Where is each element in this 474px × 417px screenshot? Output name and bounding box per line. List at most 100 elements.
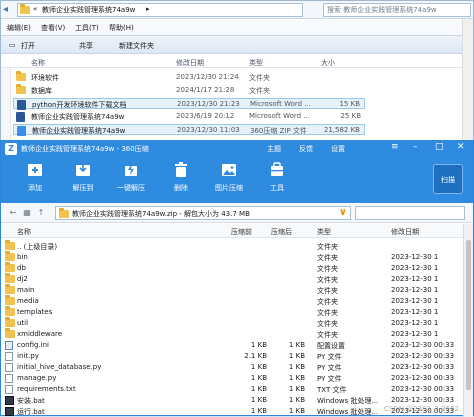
- list-item[interactable]: manage.py 1 KB 1 KB PY 文件 2023-12-30 00:…: [1, 373, 465, 384]
- list-item[interactable]: dj2 文件夹 2023-12-30 1: [1, 273, 465, 285]
- settings-button[interactable]: 设置: [331, 144, 345, 154]
- list-item[interactable]: xmiddleware 文件夹 2023-12-30 1: [1, 328, 465, 340]
- col-type[interactable]: 类型: [249, 58, 263, 68]
- folder-icon: [5, 295, 15, 305]
- window-title: 教师企业实践管理系统74a9w - 360压缩: [21, 145, 149, 153]
- item-size: 1 KB: [250, 385, 267, 393]
- add-button[interactable]: 添加: [12, 161, 58, 199]
- list-item[interactable]: bin 文件夹 2023-12-30 1: [1, 251, 465, 263]
- col-compressed-size[interactable]: 压缩后: [271, 227, 292, 237]
- list-item[interactable]: templates 文件夹 2023-12-30 1: [1, 306, 465, 318]
- maximize-icon[interactable]: □: [435, 142, 444, 152]
- zip-folder-icon: [59, 208, 69, 218]
- item-type: 文件夹: [317, 331, 338, 339]
- menu-edit[interactable]: 编辑(E): [7, 23, 31, 33]
- item-compressed-size: 1 KB: [288, 341, 305, 349]
- open-button[interactable]: 打开: [21, 41, 35, 51]
- tools-button[interactable]: 工具: [254, 161, 300, 199]
- col-original-size[interactable]: 压缩前: [231, 227, 252, 237]
- minimize-icon[interactable]: –: [413, 142, 418, 152]
- item-type: 文件夹: [317, 287, 338, 295]
- extract-to-button[interactable]: 解压到: [60, 161, 106, 199]
- file-type: 360压缩 ZIP 文件: [250, 127, 307, 135]
- folder-icon: [5, 328, 15, 338]
- list-item[interactable]: media 文件夹 2023-12-30 1: [1, 295, 465, 307]
- zip-scrollbar[interactable]: [463, 224, 473, 417]
- zip-window: Z 教师企业实践管理系统74a9w - 360压缩 主题 反馈 设置 ≡ – □…: [0, 140, 474, 417]
- col-name[interactable]: 名称: [31, 58, 45, 68]
- col-size[interactable]: 大小: [321, 58, 335, 68]
- file-type: 文件夹: [249, 74, 270, 82]
- path-segment[interactable]: 教师企业实践管理系统74a9w: [42, 5, 135, 15]
- item-type: 文件夹: [317, 309, 338, 317]
- back-icon[interactable]: ◂: [3, 4, 15, 16]
- zip-toolbar: 添加 解压到 一键解压 删除 图片压缩 工具 扫描: [1, 157, 473, 203]
- tools-icon: [271, 162, 283, 176]
- archive-search-input[interactable]: [355, 206, 465, 220]
- list-item[interactable]: config.ini 1 KB 1 KB 配置设置 2023-12-30 00:…: [1, 340, 465, 351]
- col-date[interactable]: 修改日期: [176, 58, 204, 68]
- back-icon[interactable]: ←: [7, 207, 19, 219]
- image-compress-button[interactable]: 图片压缩: [206, 161, 252, 199]
- menu-tools[interactable]: 工具(T): [75, 23, 99, 33]
- col-modified[interactable]: 修改日期: [391, 227, 419, 237]
- image-compress-label: 图片压缩: [215, 184, 243, 192]
- file-name: python开发环境软件下载文档: [32, 101, 127, 109]
- chevron-down-icon[interactable]: ∨: [339, 207, 347, 218]
- item-date: 2023-12-30 1: [391, 264, 439, 272]
- share-button[interactable]: 共享: [79, 41, 93, 51]
- address-path[interactable]: « 教师企业实践管理系统74a9w ▸: [17, 3, 303, 17]
- list-item[interactable]: init.py 2.1 KB 1 KB PY 文件 2023-12-30 00:…: [1, 351, 465, 362]
- item-date: 2023-12-30 1: [391, 297, 439, 305]
- item-date: 2023-12-30 1: [391, 253, 439, 261]
- explorer-scrollbar[interactable]: [462, 19, 473, 151]
- file-date: 2023/12/30 11:03: [177, 126, 240, 134]
- list-item[interactable]: requirements.txt 1 KB 1 KB TXT 文件 2023-1…: [1, 384, 465, 395]
- item-date: 2023-12-30 1: [391, 319, 439, 327]
- navigation-pane[interactable]: [1, 68, 11, 151]
- file-row[interactable]: 教师企业实践管理系统74a9w 2023/6/19 20:12 Microsof…: [13, 111, 365, 122]
- file-row[interactable]: python开发环境软件下载文档 2023/12/30 21:23 Micros…: [13, 98, 365, 110]
- close-icon[interactable]: ✕: [457, 142, 465, 152]
- col-type[interactable]: 类型: [317, 227, 331, 237]
- explorer-address-bar: ◂ « 教师企业实践管理系统74a9w ▸ 搜索 教师企业实践管理系统74a9w: [1, 1, 473, 19]
- scan-button[interactable]: 扫描: [433, 164, 463, 194]
- col-name[interactable]: 名称: [17, 227, 31, 237]
- item-size: 2.1 KB: [244, 352, 267, 360]
- folder-icon: [5, 317, 15, 327]
- item-compressed-size: 1 KB: [288, 352, 305, 360]
- path-overflow[interactable]: «: [33, 5, 37, 13]
- item-date: 2023-12-30 1: [391, 275, 439, 283]
- view-icon[interactable]: ▦: [21, 207, 33, 219]
- list-item[interactable]: initial_hive_database.py 1 KB 1 KB PY 文件…: [1, 362, 465, 373]
- menu-view[interactable]: 查看(V): [41, 23, 65, 33]
- list-item[interactable]: util 文件夹 2023-12-30 1: [1, 317, 465, 329]
- item-type: 文件夹: [317, 320, 338, 328]
- file-row[interactable]: 教师企业实践管理系统74a9w 2023/12/30 11:03 360压缩 Z…: [13, 124, 365, 136]
- file-date: 2023/12/30 21:23: [177, 100, 240, 108]
- list-item[interactable]: db 文件夹 2023-12-30 1: [1, 262, 465, 274]
- explorer-column-headers: 名称 修改日期 类型 大小: [1, 55, 473, 68]
- item-name: initial_hive_database.py: [17, 363, 102, 371]
- feedback-button[interactable]: 反馈: [299, 144, 313, 154]
- archive-path[interactable]: 教师企业实践管理系统74a9w.zip - 解包大小为 43.7 MB ∨: [55, 206, 351, 220]
- menu-icon[interactable]: ≡: [391, 142, 399, 152]
- file-row[interactable]: 数据库 2024/1/17 21:28 文件夹: [13, 84, 365, 96]
- item-type: PY 文件: [317, 364, 342, 372]
- one-click-extract-button[interactable]: 一键解压: [108, 161, 154, 199]
- scrollbar-thumb[interactable]: [466, 240, 471, 390]
- delete-label: 删除: [174, 184, 188, 192]
- list-item[interactable]: .. (上级目录) 文件夹: [1, 240, 465, 252]
- menu-help[interactable]: 帮助(H): [109, 23, 134, 33]
- file-row[interactable]: 环境软件 2023/12/30 21:24 文件夹: [13, 71, 365, 83]
- list-item[interactable]: main 文件夹 2023-12-30 1: [1, 284, 465, 296]
- item-name: .. (上级目录): [17, 243, 58, 251]
- explorer-search-input[interactable]: 搜索 教师企业实践管理系统74a9w: [323, 3, 471, 17]
- item-compressed-size: 1 KB: [288, 385, 305, 393]
- delete-button[interactable]: 删除: [158, 161, 204, 199]
- path-arrow[interactable]: ▸: [146, 5, 150, 13]
- new-folder-button[interactable]: 新建文件夹: [119, 41, 154, 51]
- item-date: 2023-12-30 00:33: [391, 352, 455, 360]
- theme-button[interactable]: 主题: [267, 144, 281, 154]
- up-icon[interactable]: ↑: [35, 207, 47, 219]
